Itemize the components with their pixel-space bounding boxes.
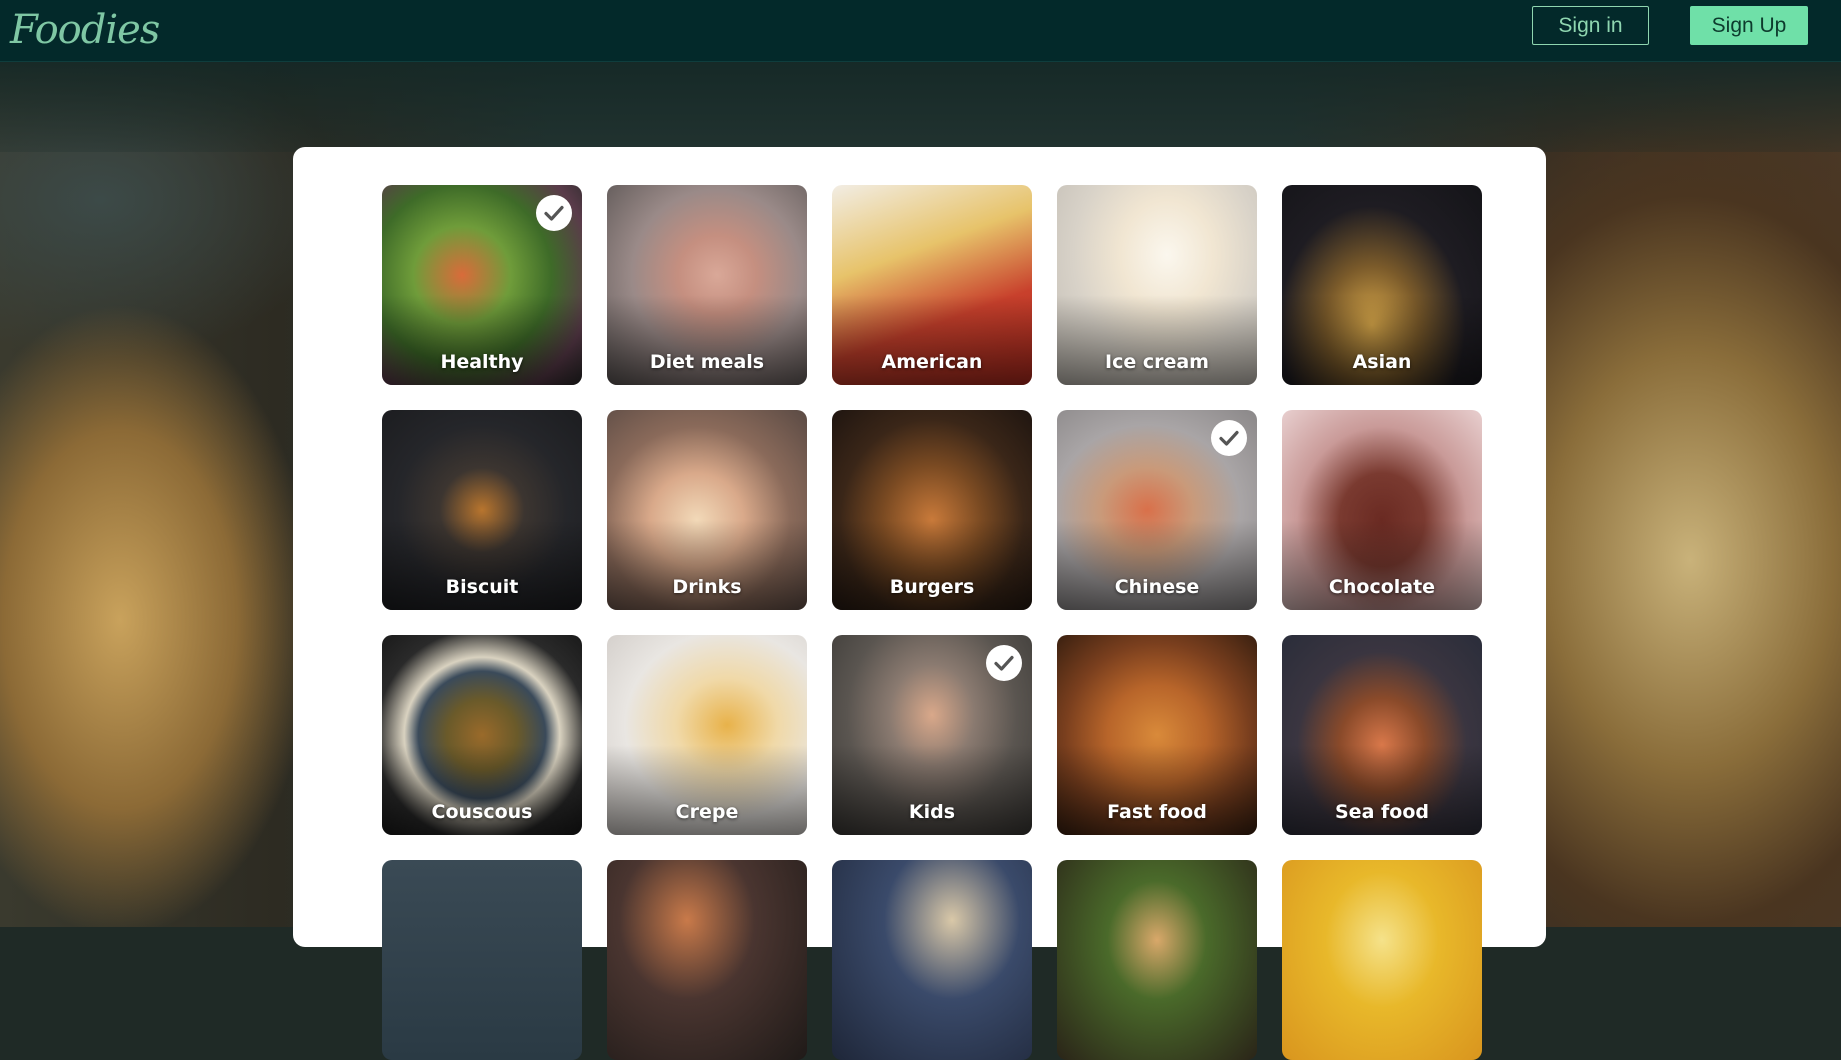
category-label: Asian <box>1352 351 1412 373</box>
category-card-couscous[interactable]: Couscous <box>382 635 582 835</box>
check-icon <box>986 645 1022 681</box>
category-label: American <box>881 351 983 373</box>
food-photo <box>1057 860 1257 1060</box>
category-card-healthy[interactable]: Healthy <box>382 185 582 385</box>
category-card-chocolate[interactable]: Chocolate <box>1282 410 1482 610</box>
category-label: Fast food <box>1107 801 1207 823</box>
category-card-crepe[interactable]: Crepe <box>607 635 807 835</box>
category-label: Couscous <box>431 801 533 823</box>
category-card-row4-4[interactable] <box>1057 860 1257 1060</box>
category-card-row4-5[interactable] <box>1282 860 1482 1060</box>
category-label: Kids <box>908 801 956 823</box>
category-card-kids[interactable]: Kids <box>832 635 1032 835</box>
category-label: Sea food <box>1335 801 1429 823</box>
category-card-sea-food[interactable]: Sea food <box>1282 635 1482 835</box>
category-card-biscuit[interactable]: Biscuit <box>382 410 582 610</box>
category-card-drinks[interactable]: Drinks <box>607 410 807 610</box>
category-label: Chinese <box>1114 576 1200 598</box>
category-label: Ice cream <box>1105 351 1209 373</box>
food-photo <box>832 860 1032 1060</box>
category-panel: Healthy Diet meals American Ice cream As… <box>293 147 1546 1060</box>
sign-up-button[interactable]: Sign Up <box>1690 6 1808 45</box>
category-label: Biscuit <box>445 576 519 598</box>
category-card-burgers[interactable]: Burgers <box>832 410 1032 610</box>
category-card-row4-3[interactable] <box>832 860 1032 1060</box>
category-card-american[interactable]: American <box>832 185 1032 385</box>
category-card-diet-meals[interactable]: Diet meals <box>607 185 807 385</box>
sign-in-button[interactable]: Sign in <box>1532 6 1649 45</box>
navbar: Foodies Sign in Sign Up <box>0 0 1841 62</box>
category-label: Crepe <box>675 801 739 823</box>
check-icon <box>536 195 572 231</box>
category-label: Drinks <box>672 576 742 598</box>
category-card-fast-food[interactable]: Fast food <box>1057 635 1257 835</box>
category-label: Diet meals <box>649 351 765 373</box>
category-card-ice-cream[interactable]: Ice cream <box>1057 185 1257 385</box>
category-label: Burgers <box>889 576 975 598</box>
logo-text: Foodies <box>10 7 160 53</box>
category-label: Chocolate <box>1328 576 1436 598</box>
category-label: Healthy <box>440 351 524 373</box>
category-card-asian[interactable]: Asian <box>1282 185 1482 385</box>
food-photo <box>1282 860 1482 1060</box>
category-card-row4-2[interactable] <box>607 860 807 1060</box>
food-photo <box>607 860 807 1060</box>
check-icon <box>1211 420 1247 456</box>
category-grid: Healthy Diet meals American Ice cream As… <box>382 185 1482 1060</box>
food-photo <box>382 860 582 1060</box>
foodies-logo[interactable]: Foodies <box>10 4 160 56</box>
category-card-chinese[interactable]: Chinese <box>1057 410 1257 610</box>
category-card-row4-1[interactable] <box>382 860 582 1060</box>
